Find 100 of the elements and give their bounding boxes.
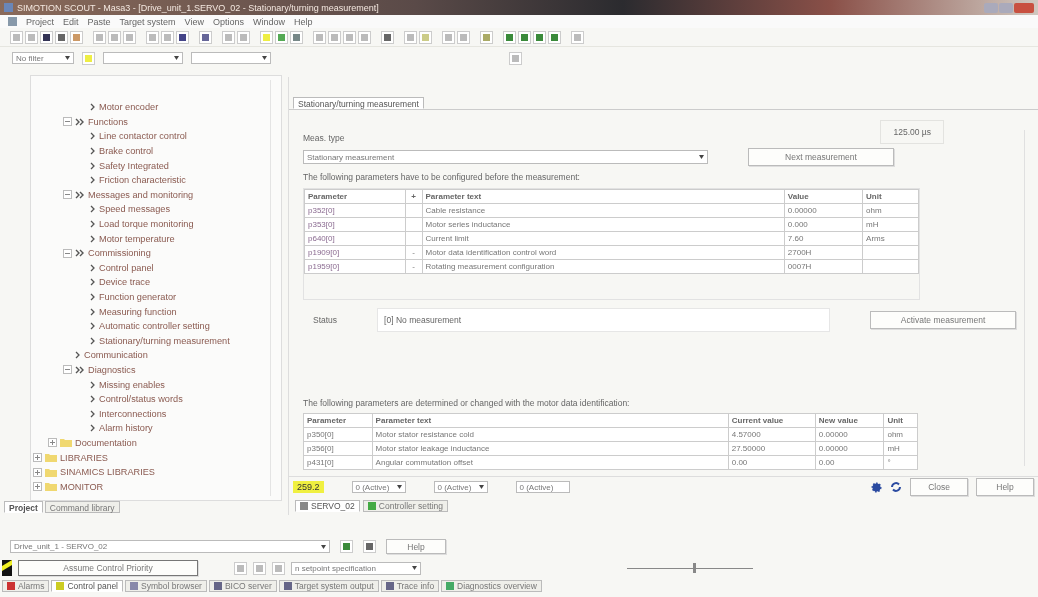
collapse-icon[interactable] [63, 190, 72, 200]
next-measurement-button[interactable]: Next measurement [748, 148, 894, 166]
toolbar-icon[interactable] [381, 30, 394, 44]
caret-icon[interactable] [411, 565, 418, 571]
activate-measurement-button[interactable]: Activate measurement [870, 311, 1017, 329]
table-cell [862, 245, 919, 260]
expand-icon[interactable] [33, 467, 42, 477]
tree-item[interactable]: Alarm history [99, 423, 153, 434]
close-button[interactable] [1014, 2, 1034, 13]
tree-item[interactable]: Communication [84, 350, 148, 361]
toolbar-icon[interactable] [40, 30, 53, 44]
column-header[interactable]: Parameter [304, 189, 406, 204]
expand-icon[interactable] [33, 453, 42, 463]
tree-item[interactable]: Messages and monitoring [88, 189, 194, 200]
drive-dropdown[interactable]: Drive_unit_1 - SERVO_02 [10, 540, 330, 553]
expand-icon[interactable] [48, 438, 57, 448]
column-header[interactable]: Current value [728, 413, 816, 428]
caret-icon[interactable] [261, 55, 268, 61]
data-set-dropdown[interactable]: 0 (Active) [351, 481, 406, 493]
setpoint-dropdown[interactable]: n setpoint specification [291, 561, 421, 575]
caret-icon[interactable] [698, 154, 705, 160]
expand-button[interactable]: - [412, 262, 415, 271]
tree-item[interactable]: Motor temperature [99, 233, 175, 244]
refresh-icon[interactable] [890, 481, 902, 493]
menu-item[interactable]: Window [252, 16, 285, 27]
close-button[interactable]: Close [910, 478, 968, 496]
toolbar-icon[interactable] [199, 30, 212, 44]
tree-item[interactable]: Commissioning [88, 248, 151, 259]
data-set-dropdown[interactable]: 0 (Active) [433, 481, 488, 493]
column-header[interactable]: Unit [883, 413, 918, 428]
help-button[interactable]: Help [386, 539, 446, 554]
column-header[interactable]: Value [784, 189, 863, 204]
tree-item[interactable]: SINAMICS LIBRARIES [60, 467, 155, 478]
gear-icon[interactable] [871, 481, 882, 493]
tree-item[interactable]: Brake control [99, 146, 154, 157]
menu-item[interactable]: Edit [63, 16, 79, 27]
menu-item[interactable]: Options [212, 16, 244, 27]
caret-icon[interactable] [173, 55, 180, 61]
column-header[interactable]: Parameter text [372, 413, 729, 428]
tab[interactable]: Trace info [380, 580, 440, 592]
expand-button[interactable]: - [412, 248, 415, 257]
filter-dropdown[interactable]: No filter [12, 52, 74, 64]
tree-item[interactable]: Stationary/turning measurement [99, 335, 230, 346]
tree-item[interactable]: Documentation [75, 437, 137, 448]
menu-item[interactable]: Paste [87, 16, 111, 27]
tab[interactable]: Controller setting [362, 500, 449, 512]
tree-item[interactable]: Control/status words [99, 394, 183, 405]
tab[interactable]: Control panel [51, 580, 123, 592]
menu-item[interactable]: Help [294, 16, 313, 27]
tree-item[interactable]: MONITOR [60, 481, 104, 492]
collapse-icon[interactable] [63, 248, 72, 258]
column-header[interactable]: + [405, 189, 423, 204]
toolbar-icon[interactable] [55, 30, 68, 44]
tree-item[interactable]: Control panel [99, 262, 154, 273]
collapse-icon[interactable] [63, 365, 72, 375]
column-header[interactable]: Unit [862, 189, 919, 204]
measurement-type-dropdown[interactable]: Stationary measurement [303, 150, 708, 164]
column-header[interactable]: Parameter text [422, 189, 785, 204]
tab[interactable]: BICO server [208, 580, 277, 592]
tree-item[interactable]: Load torque monitoring [99, 219, 194, 230]
tab[interactable]: Stationary/turning measurement [293, 97, 424, 109]
tree-item[interactable]: LIBRARIES [60, 452, 108, 463]
collapse-icon[interactable] [63, 117, 72, 127]
column-header[interactable]: Parameter [303, 413, 373, 428]
slider-thumb[interactable] [692, 562, 696, 573]
expand-icon[interactable] [33, 482, 42, 492]
table-cell: p1959[0] [304, 259, 406, 274]
menu-item[interactable]: Target system [119, 16, 176, 27]
tree-item[interactable]: Functions [88, 116, 128, 127]
menu-item[interactable]: Project [26, 16, 54, 27]
filter-icon[interactable] [82, 51, 95, 65]
tree-item[interactable]: Function generator [99, 292, 177, 302]
tab[interactable]: Symbol browser [125, 580, 207, 592]
toolbar-icon[interactable] [363, 540, 376, 553]
tree-item[interactable]: Speed messages [99, 204, 170, 215]
tree-item[interactable]: Diagnostics [88, 365, 136, 375]
tab[interactable]: Alarms [2, 580, 50, 592]
caret-icon[interactable] [477, 484, 485, 490]
tab[interactable]: SERVO_02 [295, 500, 360, 512]
tree-item[interactable]: Friction characteristic [99, 175, 186, 186]
tree-item[interactable]: Missing enables [99, 379, 165, 390]
control-priority-button[interactable]: Assume Control Priority [18, 560, 198, 576]
tree-item[interactable]: Automatic controller setting [99, 321, 210, 332]
tab[interactable]: Diagnostics overview [441, 580, 542, 592]
caret-icon[interactable] [395, 484, 403, 490]
tab[interactable]: Target system output [278, 580, 379, 592]
caret-icon[interactable] [64, 55, 71, 61]
tree-item[interactable]: Interconnections [99, 408, 167, 419]
tab[interactable]: Command library [44, 501, 120, 513]
tab[interactable]: Project [4, 501, 43, 513]
toolbar-icon[interactable] [176, 30, 189, 44]
help-button[interactable]: Help [976, 478, 1034, 496]
column-header[interactable]: New value [815, 413, 884, 428]
tree-item[interactable]: Safety Integrated [99, 160, 169, 171]
tree-item[interactable]: Line contactor control [99, 131, 187, 142]
tree-item[interactable]: Motor encoder [99, 102, 159, 113]
tree-item[interactable]: Measuring function [99, 306, 177, 317]
caret-icon[interactable] [320, 543, 327, 550]
menu-item[interactable]: View [184, 16, 204, 27]
tree-item[interactable]: Device trace [99, 277, 151, 288]
